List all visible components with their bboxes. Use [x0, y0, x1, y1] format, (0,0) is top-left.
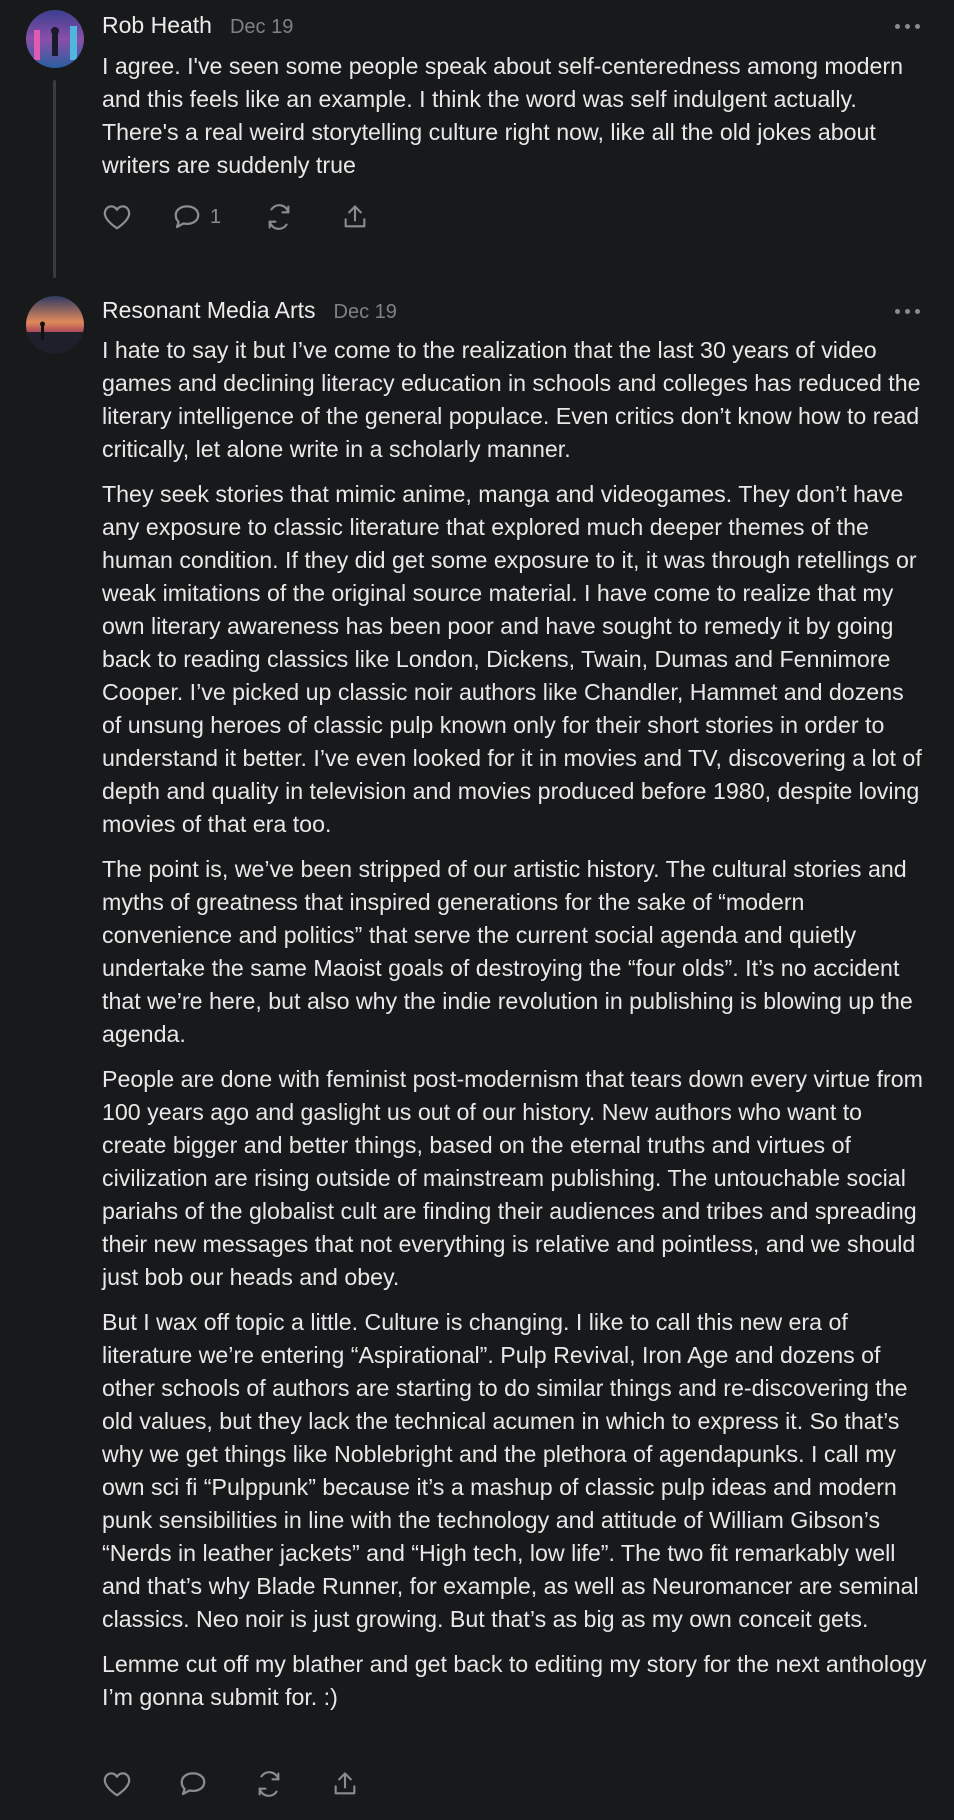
share-button[interactable]: [330, 1770, 360, 1798]
share-icon: [344, 205, 366, 228]
comment-actions: [102, 1770, 360, 1798]
reply-button[interactable]: 1: [172, 203, 264, 231]
reply-button[interactable]: [178, 1770, 254, 1798]
comment-actions: 1: [102, 203, 370, 231]
avatar[interactable]: [26, 10, 84, 68]
comment-paragraph: But I wax off topic a little. Culture is…: [102, 1309, 919, 1632]
like-button[interactable]: [102, 1770, 178, 1798]
comment-date[interactable]: Dec 19: [334, 301, 397, 324]
avatar[interactable]: [26, 296, 84, 354]
comment-body: I agree. I've seen some people speak abo…: [102, 50, 927, 194]
restack-icon: [258, 1771, 280, 1797]
author-name[interactable]: Rob Heath: [102, 12, 212, 39]
comment-paragraph: I hate to say it but I’ve come to the re…: [102, 337, 921, 462]
more-icon[interactable]: [895, 309, 920, 314]
like-button[interactable]: [102, 203, 172, 231]
comment-paragraph: The point is, we’ve been stripped of our…: [102, 856, 913, 1047]
restack-button[interactable]: [264, 203, 340, 231]
comment-paragraph: Lemme cut off my blather and get back to…: [102, 1651, 927, 1710]
comment-header: Rob Heath Dec 19: [102, 12, 293, 39]
author-name[interactable]: Resonant Media Arts: [102, 297, 316, 324]
comment-icon: [174, 205, 200, 229]
restack-icon: [268, 204, 290, 230]
restack-button[interactable]: [254, 1770, 330, 1798]
comment-paragraph: They seek stories that mimic anime, mang…: [102, 481, 922, 837]
comment-header: Resonant Media Arts Dec 19: [102, 297, 397, 324]
comment-paragraph: I agree. I've seen some people speak abo…: [102, 53, 904, 178]
heart-icon: [103, 1772, 131, 1797]
heart-icon: [103, 205, 131, 230]
reply-count: 1: [210, 205, 222, 228]
thread-line: [53, 80, 56, 278]
comment-body: I hate to say it but I’ve come to the re…: [102, 334, 927, 1726]
comment-paragraph: People are done with feminist post-moder…: [102, 1066, 923, 1290]
comment-icon: [180, 1772, 206, 1796]
share-button[interactable]: [340, 203, 370, 231]
comment-date[interactable]: Dec 19: [230, 16, 293, 39]
more-icon[interactable]: [895, 24, 920, 29]
share-icon: [334, 1772, 356, 1795]
